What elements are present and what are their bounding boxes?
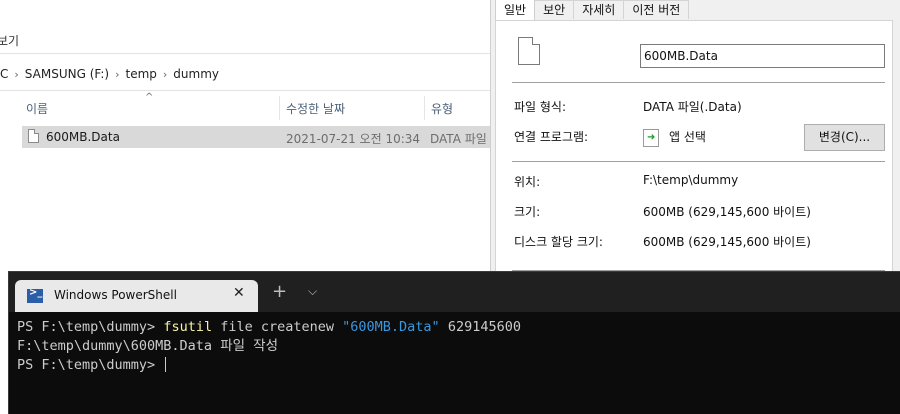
column-header-name[interactable]: 이름	[26, 100, 48, 117]
file-icon	[518, 37, 540, 65]
console-number-arg: 629145600	[439, 319, 521, 335]
properties-tabs: 일반 보안 자세히 이전 버전	[495, 0, 690, 21]
breadcrumb-segment-drive[interactable]: SAMSUNG (F:)	[19, 67, 115, 81]
chevron-down-icon[interactable]: ⌵	[308, 284, 317, 299]
terminal-tab[interactable]: >_ Windows PowerShell ✕	[15, 280, 258, 312]
column-resize-handle[interactable]	[279, 96, 280, 120]
location-value: F:\temp\dummy	[643, 173, 739, 187]
text-cursor	[165, 357, 167, 372]
column-header-type[interactable]: 유형	[431, 100, 453, 117]
file-list-header: ^ 이름 수정한 날짜 유형	[0, 92, 490, 122]
console-prompt: PS F:\temp\dummy>	[17, 319, 164, 335]
section-divider	[512, 270, 885, 271]
size-on-disk-label: 디스크 할당 크기:	[514, 235, 603, 249]
console-string-arg: "600MB.Data"	[342, 319, 440, 335]
powershell-icon: >_	[27, 287, 43, 303]
sort-ascending-icon: ^	[145, 92, 154, 103]
file-list-row[interactable]: 600MB.Data 2021-07-21 오전 10:34 DATA 파일	[22, 126, 490, 148]
file-type-label: 파일 형식:	[514, 100, 567, 114]
breadcrumb-segment-temp[interactable]: temp	[119, 67, 162, 81]
tab-general[interactable]: 일반	[495, 0, 536, 20]
size-on-disk-value: 600MB (629,145,600 바이트)	[643, 235, 811, 249]
powershell-terminal-window: >_ Windows PowerShell ✕ + ⌵ PS F:\temp\d…	[9, 272, 900, 414]
opens-with-label: 연결 프로그램:	[514, 130, 589, 144]
tab-security[interactable]: 보안	[534, 0, 575, 19]
file-icon	[28, 129, 39, 143]
console-command: fsutil	[163, 319, 213, 335]
console-output-line: F:\temp\dummy\600MB.Data 파일 작성	[17, 338, 278, 354]
file-name-field[interactable]	[640, 44, 885, 68]
terminal-tab-title: Windows PowerShell	[54, 288, 177, 302]
file-type-value: DATA 파일(.Data)	[643, 100, 742, 114]
terminal-console[interactable]: PS F:\temp\dummy> fsutil file createnew …	[17, 318, 521, 375]
general-tab-panel: 파일 형식: DATA 파일(.Data) 연결 프로그램: ➜ 앱 선택 변경…	[495, 20, 893, 280]
change-button[interactable]: 변경(C)...	[804, 124, 885, 151]
section-divider	[512, 161, 885, 162]
size-value: 600MB (629,145,600 바이트)	[643, 205, 811, 219]
breadcrumb[interactable]: C › SAMSUNG (F:) › temp › dummy	[0, 62, 225, 86]
close-tab-icon[interactable]: ✕	[233, 285, 245, 301]
app-choose-icon: ➜	[643, 129, 659, 147]
new-tab-button[interactable]: +	[272, 281, 287, 302]
opens-with-value: 앱 선택	[669, 130, 706, 144]
tab-details[interactable]: 자세히	[573, 0, 625, 19]
console-line: PS F:\temp\dummy>	[17, 356, 521, 375]
file-name: 600MB.Data	[46, 130, 120, 144]
address-divider	[0, 90, 490, 91]
ribbon-divider	[0, 53, 490, 54]
column-header-date[interactable]: 수정한 날짜	[286, 100, 345, 117]
file-explorer-window: 보기 C › SAMSUNG (F:) › temp › dummy ^ 이름 …	[0, 0, 495, 272]
file-type: DATA 파일	[430, 132, 487, 146]
file-properties-dialog: 일반 보안 자세히 이전 버전 파일 형식: DATA 파일(.Data) 연결…	[490, 0, 900, 280]
console-line: PS F:\temp\dummy> fsutil file createnew …	[17, 318, 521, 337]
terminal-titlebar[interactable]: >_ Windows PowerShell ✕ + ⌵	[9, 272, 900, 312]
ribbon-view-tab-partial[interactable]: 보기	[0, 32, 19, 49]
section-divider	[512, 82, 885, 83]
column-resize-handle[interactable]	[424, 96, 425, 120]
size-label: 크기:	[514, 205, 541, 219]
file-date: 2021-07-21 오전 10:34	[286, 132, 421, 146]
breadcrumb-segment-dummy[interactable]: dummy	[167, 67, 225, 81]
breadcrumb-segment-pc[interactable]: C	[0, 67, 14, 81]
tab-previous-versions[interactable]: 이전 버전	[623, 0, 690, 19]
console-prompt: PS F:\temp\dummy>	[17, 357, 164, 373]
location-label: 위치:	[514, 175, 541, 189]
console-args: file createnew	[212, 319, 343, 335]
